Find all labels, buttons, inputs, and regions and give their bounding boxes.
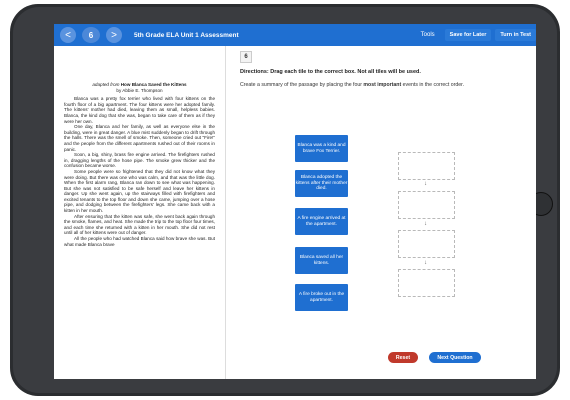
reset-button[interactable]: Reset [388, 352, 418, 363]
passage-title-text: How Blanca Saved the Kittens [120, 82, 187, 87]
drag-tile[interactable]: Blanca saved all her kittens. [295, 247, 348, 274]
passage-paragraph: Some people were so frightened that they… [64, 168, 215, 214]
turn-in-test-button[interactable]: Turn in Test [495, 29, 536, 41]
question-panel: 6 Directions: Drag each tile to the corr… [226, 46, 536, 379]
passage-paragraph: One day, Blanca and her family, as well … [64, 124, 215, 152]
passage-paragraph: After ensuring that the kitten was safe,… [64, 213, 215, 236]
down-arrow-icon: ↓ [424, 181, 427, 187]
next-question-button[interactable]: Next Question [429, 352, 481, 363]
directions-text: Directions: Drag each tile to the correc… [240, 69, 421, 75]
back-button[interactable]: < [60, 27, 76, 43]
question-prompt: Create a summary of the passage by placi… [240, 82, 536, 88]
prompt-emphasis: most important [363, 82, 402, 88]
forward-button[interactable]: > [106, 27, 122, 43]
page-indicator-button[interactable]: 6 [82, 27, 100, 43]
down-arrow-icon: ↓ [424, 260, 427, 266]
drop-slot-4[interactable] [398, 269, 455, 297]
passage-paragraph: Blanca was a pretty fox terrier who live… [64, 96, 215, 124]
save-for-later-button[interactable]: Save for Later [444, 29, 492, 41]
question-number: 6 [240, 51, 252, 63]
prompt-before: Create a summary of the passage by placi… [240, 82, 364, 88]
drop-slot-1[interactable] [398, 152, 455, 180]
passage-paragraph: All the people who had watched Blanca sa… [64, 236, 215, 247]
top-toolbar: < 6 > 5th Grade ELA Unit 1 Assessment To… [54, 24, 536, 46]
drag-tile[interactable]: A fire broke out in the apartment. [295, 284, 348, 311]
screen: < 6 > 5th Grade ELA Unit 1 Assessment To… [54, 24, 536, 379]
reading-passage: adapted from How Blanca Saved the Kitten… [54, 46, 226, 379]
drag-tile[interactable]: A fire engine arrived at the apartment. [295, 208, 348, 235]
assessment-title: 5th Grade ELA Unit 1 Assessment [134, 31, 239, 39]
passage-adapted-prefix: adapted from [92, 82, 120, 87]
passage-paragraph: Soon, a big, shiny, brass fire engine ar… [64, 152, 215, 169]
down-arrow-icon: ↓ [424, 221, 427, 227]
drop-slot-3[interactable] [398, 230, 455, 258]
drop-slot-2[interactable] [398, 191, 455, 219]
passage-author: by Abbie E. Thompson [116, 87, 163, 93]
tablet-frame: < 6 > 5th Grade ELA Unit 1 Assessment To… [10, 4, 560, 396]
drag-tile[interactable]: Blanca was a kind and brave Fox Terrier. [295, 135, 348, 162]
tools-button[interactable]: Tools [421, 32, 435, 38]
drag-tile[interactable]: Blanca adopted the kittens after their m… [295, 170, 348, 197]
prompt-after: events in the correct order. [401, 82, 465, 88]
